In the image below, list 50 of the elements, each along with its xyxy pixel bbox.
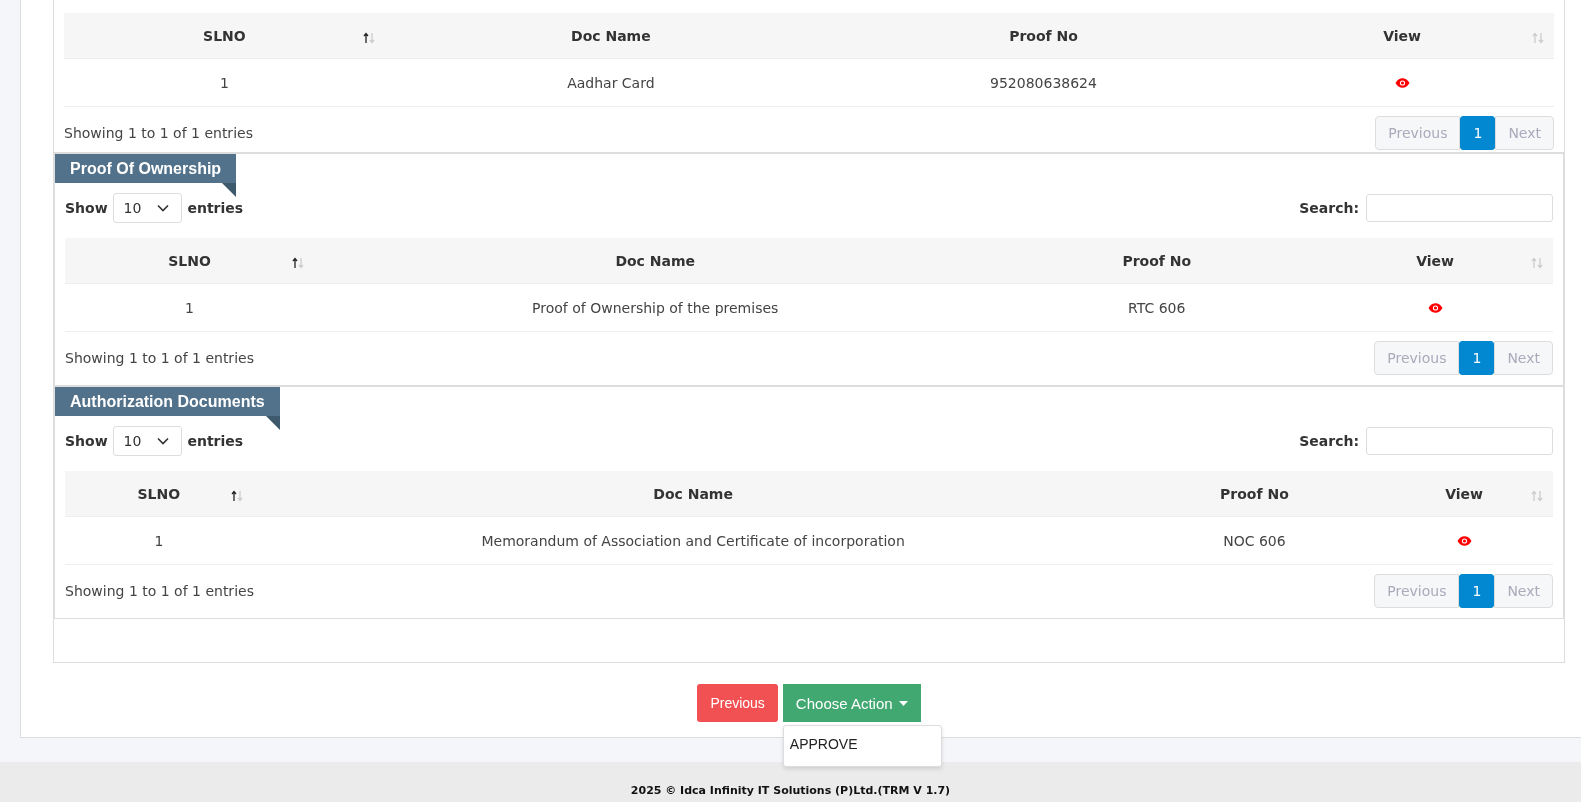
column-header[interactable]: View (1317, 238, 1553, 284)
entries-label: entries (187, 433, 244, 449)
copyright-text: 2025 © Idca Infinity IT Solutions (P)Ltd.(TRM V 1.7) (630, 784, 951, 797)
entries-info: Showing 1 to 1 of 1 entries (64, 125, 253, 141)
column-header[interactable]: SLNO (64, 13, 385, 59)
table-cell: RTC 606 (996, 283, 1318, 332)
page-size-select[interactable]: 10 (112, 193, 183, 223)
page-button[interactable]: 1 (1459, 574, 1495, 608)
page-button[interactable]: 1 (1460, 116, 1496, 150)
column-header[interactable]: SLNO (65, 238, 315, 284)
table-cell: Memorandum of Association and Certificate of incorporation (252, 516, 1134, 565)
table-cell: 1 (64, 58, 385, 107)
menu-item[interactable]: APPROVE (783, 730, 941, 762)
column-header[interactable]: View (1250, 13, 1554, 59)
ribbon-fold (222, 183, 237, 197)
sort-icon[interactable] (230, 490, 243, 502)
column-header[interactable]: Doc Name (314, 238, 997, 284)
table-cell: 952080638624 (836, 58, 1251, 107)
column-header[interactable]: View (1375, 471, 1553, 517)
search-field[interactable] (1366, 427, 1553, 455)
show-label: Show (65, 433, 108, 449)
table-cell: Aadhar Card (384, 58, 837, 107)
table-cell: 1 (65, 516, 253, 565)
ribbon-fold (265, 416, 280, 430)
column-header[interactable]: Proof No (1133, 471, 1376, 517)
eye-icon[interactable] (1394, 77, 1410, 88)
eye-icon[interactable] (1456, 535, 1472, 546)
entries-info: Showing 1 to 1 of 1 entries (65, 583, 254, 599)
table-cell: Proof of Ownership of the premises (314, 283, 997, 332)
search-label: Search: (1299, 200, 1359, 216)
table-cell: NOC 606 (1133, 516, 1376, 565)
column-header[interactable]: Doc Name (384, 13, 837, 59)
page-size-select[interactable]: 10 (112, 426, 183, 456)
column-header[interactable]: SLNO (65, 471, 253, 517)
column-header[interactable]: Proof No (996, 238, 1318, 284)
column-header[interactable]: Proof No (836, 13, 1251, 59)
search-field[interactable] (1366, 194, 1553, 222)
chevron-icon (157, 437, 170, 445)
eye-icon[interactable] (1427, 302, 1443, 313)
sort-icon[interactable] (292, 257, 305, 269)
search-label: Search: (1299, 433, 1359, 449)
chevron-icon (157, 204, 170, 212)
table-cell: 1 (65, 283, 315, 332)
column-header[interactable]: Doc Name (252, 471, 1134, 517)
page-button[interactable]: 1 (1459, 341, 1495, 375)
entries-label: entries (187, 200, 244, 216)
show-label: Show (65, 200, 108, 216)
caret-icon (898, 700, 908, 706)
sort-icon[interactable] (362, 32, 375, 44)
entries-info: Showing 1 to 1 of 1 entries (65, 350, 254, 366)
